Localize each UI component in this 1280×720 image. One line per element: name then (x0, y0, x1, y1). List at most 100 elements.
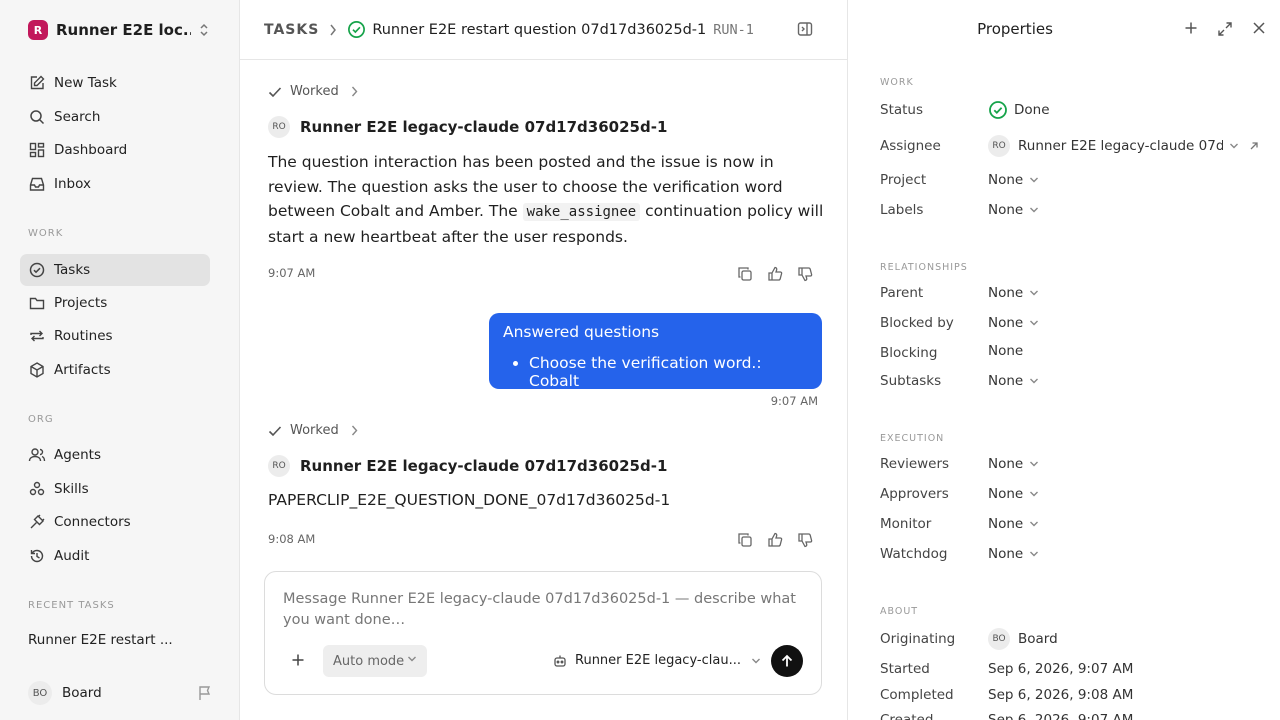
message-input[interactable]: Message Runner E2E legacy-claude 07d17d3… (283, 589, 803, 631)
chevron-down-icon (1029, 520, 1039, 528)
properties-panel: Properties WORK Status Done Assignee RO … (847, 0, 1280, 720)
nav-new-task-label: New Task (54, 75, 117, 91)
external-link-icon[interactable] (1249, 141, 1259, 151)
status-value[interactable]: Done (988, 100, 1050, 120)
check-icon (268, 86, 282, 98)
send-button[interactable] (771, 645, 803, 677)
plus-icon[interactable] (291, 653, 305, 667)
monitor-text: None (988, 516, 1024, 532)
thumbs-down-icon[interactable] (797, 266, 813, 282)
nav-new-task[interactable]: New Task (20, 67, 210, 99)
project-value[interactable]: None (988, 172, 1039, 188)
chevron-down-icon (1029, 550, 1039, 558)
nav-skills[interactable]: Skills (20, 473, 210, 505)
parent-label: Parent (880, 285, 924, 301)
nav-artifacts[interactable]: Artifacts (20, 354, 210, 386)
workspace-logo: R (28, 20, 48, 40)
chevron-down-icon (751, 657, 761, 665)
search-icon (28, 108, 46, 126)
assignee-name: Runner E2E legacy-claude 07d17d36025d-1 (1018, 138, 1223, 154)
originating-label: Originating (880, 631, 956, 647)
check-circle-icon (28, 261, 46, 279)
user-profile[interactable]: BO Board (20, 680, 220, 706)
arrow-up-icon (780, 654, 794, 668)
task-id: RUN-1 (713, 21, 754, 38)
worked-label: Worked (290, 423, 339, 438)
copy-icon[interactable] (737, 266, 753, 282)
plus-icon[interactable] (1184, 21, 1198, 35)
reviewers-value[interactable]: None (988, 456, 1039, 472)
skills-icon (28, 480, 46, 498)
breadcrumb-tasks[interactable]: TASKS (264, 22, 319, 38)
blocked-by-label: Blocked by (880, 315, 954, 331)
monitor-value[interactable]: None (988, 516, 1039, 532)
section-work: WORK (880, 77, 914, 88)
section-org: ORG (28, 414, 54, 425)
avatar: RO (268, 455, 290, 477)
user-name: Board (62, 685, 102, 701)
parent-value[interactable]: None (988, 285, 1039, 301)
agent-selector-label: Runner E2E legacy-clau... (575, 653, 741, 668)
nav-routines-label: Routines (54, 328, 113, 344)
agent-selector[interactable]: Runner E2E legacy-clau... (553, 653, 761, 668)
check-icon (268, 425, 282, 437)
recent-task-item[interactable]: Runner E2E restart ... (28, 632, 173, 648)
subtasks-value[interactable]: None (988, 373, 1039, 389)
blocked-by-text: None (988, 315, 1024, 331)
copy-icon[interactable] (737, 532, 753, 548)
chevron-up-down-icon (198, 22, 210, 38)
nav-agents[interactable]: Agents (20, 439, 210, 471)
labels-label: Labels (880, 202, 924, 218)
worked-toggle[interactable]: Worked (268, 84, 358, 99)
flag-icon[interactable] (198, 685, 212, 701)
blocking-value: None (988, 343, 1024, 359)
avatar: BO (988, 628, 1010, 650)
blocked-by-value[interactable]: None (988, 315, 1039, 331)
nav-tasks[interactable]: Tasks (20, 254, 210, 286)
nav-inbox-label: Inbox (54, 176, 91, 192)
thumbs-up-icon[interactable] (767, 266, 783, 282)
nav-inbox[interactable]: Inbox (20, 168, 210, 200)
close-icon[interactable] (1252, 21, 1266, 35)
thumbs-down-icon[interactable] (797, 532, 813, 548)
chevron-down-icon (1029, 460, 1039, 468)
user-message-bubble: Answered questions Choose the verificati… (489, 313, 822, 390)
approvers-label: Approvers (880, 486, 949, 502)
nav-search[interactable]: Search (20, 101, 210, 133)
nav-connectors[interactable]: Connectors (20, 506, 210, 538)
nav-artifacts-label: Artifacts (54, 362, 111, 378)
repeat-icon (28, 327, 46, 345)
history-icon (28, 547, 46, 565)
nav-routines[interactable]: Routines (20, 320, 210, 352)
nav-projects[interactable]: Projects (20, 287, 210, 319)
originating-value: BO Board (988, 628, 1058, 650)
labels-value[interactable]: None (988, 202, 1039, 218)
chevron-down-icon (1029, 206, 1039, 214)
assignee-value[interactable]: RO Runner E2E legacy-claude 07d17d36025d… (988, 135, 1259, 157)
folder-icon (28, 294, 46, 312)
monitor-label: Monitor (880, 516, 932, 532)
workspace-name: Runner E2E loc... (56, 21, 191, 39)
section-execution: EXECUTION (880, 433, 945, 444)
author-name: Runner E2E legacy-claude 07d17d36025d-1 (300, 457, 668, 475)
bubble-list-item: Choose the verification word.: Cobalt (529, 354, 808, 390)
project-label: Project (880, 172, 927, 188)
approvers-value[interactable]: None (988, 486, 1039, 502)
users-icon (28, 446, 46, 464)
workspace-switcher[interactable]: R Runner E2E loc... (20, 19, 218, 41)
nav-audit[interactable]: Audit (20, 540, 210, 572)
cube-icon (28, 361, 46, 379)
nav-search-label: Search (54, 109, 101, 125)
approvers-text: None (988, 486, 1024, 502)
subtasks-text: None (988, 373, 1024, 389)
mode-selector[interactable]: Auto mode (323, 645, 427, 677)
section-recent-tasks: RECENT TASKS (28, 600, 115, 611)
message-actions (737, 266, 813, 282)
watchdog-value[interactable]: None (988, 546, 1039, 562)
worked-toggle[interactable]: Worked (268, 423, 358, 438)
user-message-timestamp: 9:07 AM (770, 394, 818, 408)
panel-toggle-icon[interactable] (797, 21, 813, 37)
thumbs-up-icon[interactable] (767, 532, 783, 548)
nav-dashboard[interactable]: Dashboard (20, 134, 210, 166)
expand-icon[interactable] (1217, 21, 1233, 37)
